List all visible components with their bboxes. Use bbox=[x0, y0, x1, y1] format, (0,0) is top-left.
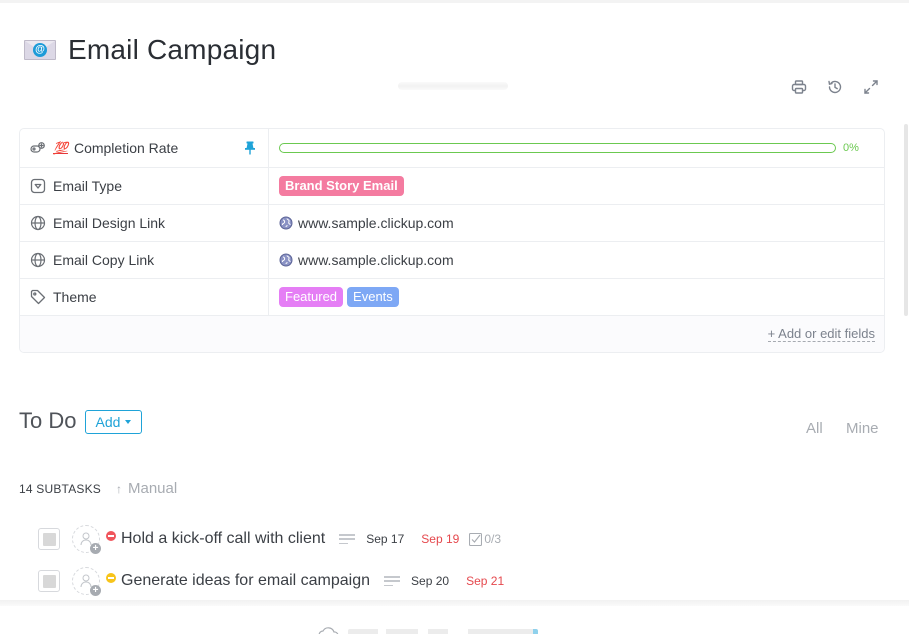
field-row-theme: Theme Featured Events bbox=[20, 279, 884, 316]
field-row-email-type: Email Type Brand Story Email bbox=[20, 168, 884, 205]
field-value[interactable]: www.sample.clickup.com bbox=[269, 205, 884, 241]
todo-section-title: To Do bbox=[19, 408, 77, 433]
dropdown-field-icon bbox=[29, 177, 47, 195]
field-row-completion-rate: 💯 Completion Rate 0% bbox=[20, 129, 884, 168]
link-text: www.sample.clickup.com bbox=[298, 215, 454, 231]
subtask-checkbox[interactable] bbox=[38, 570, 60, 592]
due-date[interactable]: Sep 21 bbox=[466, 574, 504, 588]
tag-icon bbox=[29, 288, 47, 306]
arrow-up-icon: ↑ bbox=[116, 481, 122, 496]
task-header: @ Email Campaign bbox=[24, 30, 276, 70]
subtask-row[interactable]: + Hold a kick-off call with client Sep 1… bbox=[38, 524, 501, 554]
field-name[interactable]: Email Design Link bbox=[20, 205, 269, 241]
add-subtask-button[interactable]: Add bbox=[85, 410, 142, 434]
email-type-tag[interactable]: Brand Story Email bbox=[279, 176, 404, 196]
sort-label: Manual bbox=[128, 480, 178, 497]
plus-icon: + bbox=[90, 585, 101, 596]
expand-icon[interactable] bbox=[862, 78, 880, 96]
add-or-edit-fields-link[interactable]: + Add or edit fields bbox=[767, 327, 875, 342]
cloud-upload-icon bbox=[318, 627, 339, 634]
field-value[interactable]: Featured Events bbox=[269, 279, 884, 315]
globe-icon bbox=[29, 214, 47, 232]
world-globe-icon bbox=[279, 253, 293, 267]
priority-normal-icon[interactable] bbox=[106, 573, 116, 583]
field-name[interactable]: Email Copy Link bbox=[20, 242, 269, 278]
field-value[interactable]: 0% bbox=[269, 129, 884, 167]
subtask-checkbox[interactable] bbox=[38, 528, 60, 550]
user-icon bbox=[80, 574, 92, 588]
dropzone-text bbox=[348, 629, 538, 634]
description-icon bbox=[384, 576, 401, 586]
task-toolbar bbox=[790, 78, 880, 96]
filter-mine[interactable]: Mine bbox=[846, 420, 879, 437]
add-fields-row: + Add or edit fields bbox=[20, 316, 884, 352]
field-name[interactable]: Email Type bbox=[20, 168, 269, 204]
field-value[interactable]: www.sample.clickup.com bbox=[269, 242, 884, 278]
field-name[interactable]: 💯 Completion Rate bbox=[20, 129, 269, 167]
file-dropzone[interactable] bbox=[318, 626, 538, 634]
plus-icon: + bbox=[90, 543, 101, 554]
scrollbar[interactable] bbox=[904, 124, 908, 316]
checklist-icon bbox=[469, 532, 483, 546]
assign-user-button[interactable]: + bbox=[72, 567, 101, 596]
due-date[interactable]: Sep 19 bbox=[421, 532, 459, 546]
history-icon[interactable] bbox=[826, 78, 844, 96]
subtask-name[interactable]: Hold a kick-off call with client bbox=[121, 530, 325, 548]
field-label: Email Design Link bbox=[53, 215, 166, 231]
pin-icon[interactable] bbox=[244, 141, 256, 155]
subtask-row[interactable]: + Generate ideas for email campaign Sep … bbox=[38, 566, 514, 596]
email-design-link[interactable]: www.sample.clickup.com bbox=[279, 215, 454, 231]
page-title[interactable]: Email Campaign bbox=[68, 34, 276, 66]
print-icon[interactable] bbox=[790, 78, 808, 96]
assign-user-button[interactable]: + bbox=[72, 525, 101, 554]
checklist-count: 0/3 bbox=[484, 532, 502, 546]
field-name[interactable]: Theme bbox=[20, 279, 269, 315]
field-row-email-design-link: Email Design Link www.sample.clickup.com bbox=[20, 205, 884, 242]
globe-icon bbox=[29, 251, 47, 269]
hundred-emoji: 💯 bbox=[53, 141, 68, 155]
title-underline-shadow bbox=[398, 82, 508, 90]
field-row-email-copy-link: Email Copy Link www.sample.clickup.com bbox=[20, 242, 884, 279]
custom-fields-table: 💯 Completion Rate 0% Email Type Brand St… bbox=[19, 128, 885, 353]
link-text: www.sample.clickup.com bbox=[298, 252, 454, 268]
subtasks-count: 14 SUBTASKS bbox=[19, 482, 102, 496]
completion-progress-bar bbox=[279, 143, 836, 153]
formula-progress-icon bbox=[29, 139, 47, 157]
sort-manual-button[interactable]: ↑ Manual bbox=[116, 480, 177, 497]
priority-urgent-icon[interactable] bbox=[106, 531, 116, 541]
field-label: Email Type bbox=[53, 178, 122, 194]
field-label: Completion Rate bbox=[73, 140, 179, 156]
description-icon bbox=[339, 534, 356, 544]
world-globe-icon bbox=[279, 216, 293, 230]
filter-all[interactable]: All bbox=[806, 420, 823, 437]
checklist-progress[interactable]: 0/3 bbox=[469, 532, 501, 546]
field-label: Theme bbox=[53, 289, 97, 305]
field-label: Email Copy Link bbox=[53, 252, 155, 268]
caret-down-icon bbox=[125, 420, 132, 424]
field-value[interactable]: Brand Story Email bbox=[269, 168, 884, 204]
start-date[interactable]: Sep 20 bbox=[411, 574, 449, 588]
user-icon bbox=[80, 532, 92, 546]
theme-tag-events[interactable]: Events bbox=[347, 287, 399, 307]
email-copy-link[interactable]: www.sample.clickup.com bbox=[279, 252, 454, 268]
theme-tag-featured[interactable]: Featured bbox=[279, 287, 344, 307]
envelope-icon: @ bbox=[24, 38, 56, 62]
subtask-name[interactable]: Generate ideas for email campaign bbox=[121, 572, 370, 590]
top-border bbox=[0, 0, 909, 3]
add-button-label: Add bbox=[95, 414, 121, 430]
progress-percent: 0% bbox=[843, 142, 859, 154]
start-date[interactable]: Sep 17 bbox=[366, 532, 404, 546]
